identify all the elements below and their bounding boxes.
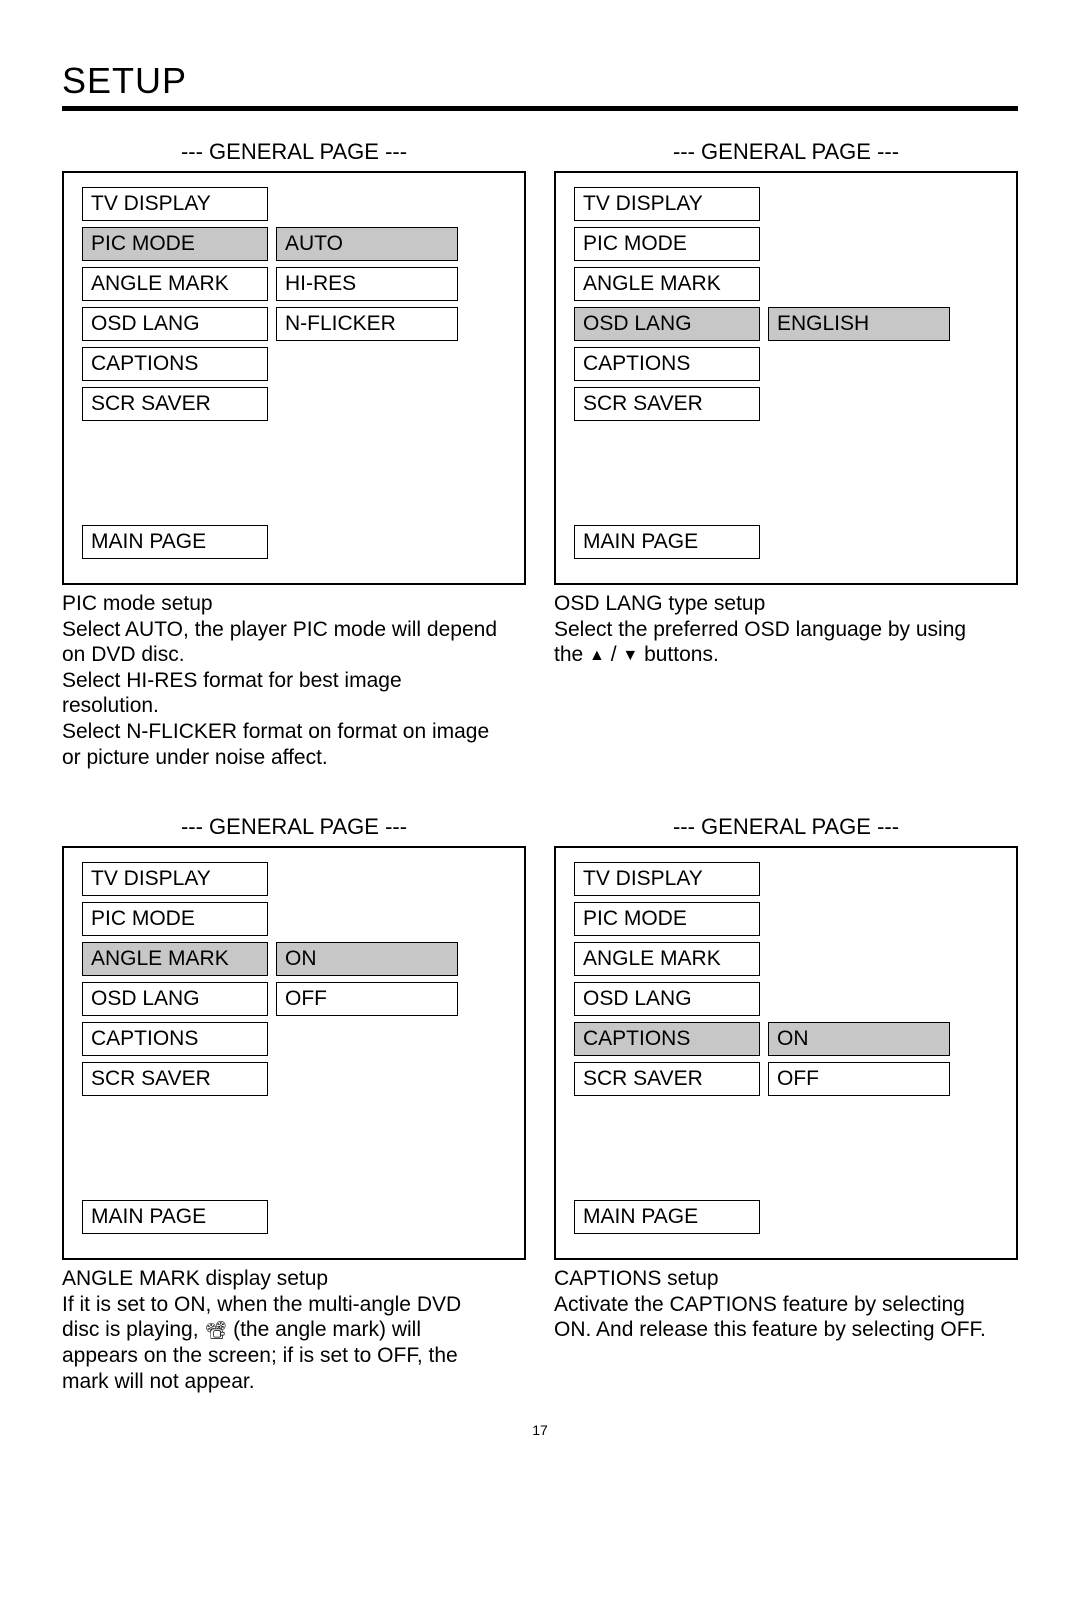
menu-item[interactable]: TV DISPLAY <box>574 187 760 221</box>
panel-title: --- GENERAL PAGE --- <box>554 139 1018 165</box>
panel-title: --- GENERAL PAGE --- <box>62 814 526 840</box>
main-page-button[interactable]: MAIN PAGE <box>82 1200 268 1234</box>
caption-heading: ANGLE MARK display setup <box>62 1267 328 1290</box>
panel-captions: --- GENERAL PAGE --- TV DISPLAY PIC MODE… <box>554 814 1018 1394</box>
menu-item[interactable]: SCR SAVER <box>82 1062 268 1096</box>
menu-option[interactable]: OFF <box>768 1062 950 1096</box>
panel-title: --- GENERAL PAGE --- <box>554 814 1018 840</box>
main-page-button[interactable]: MAIN PAGE <box>574 525 760 559</box>
menu-item[interactable]: TV DISPLAY <box>574 862 760 896</box>
down-triangle-icon: ▼ <box>622 646 638 666</box>
menu-item[interactable]: TV DISPLAY <box>82 862 268 896</box>
menu-item[interactable]: OSD LANG <box>82 982 268 1016</box>
panels-grid: --- GENERAL PAGE --- TV DISPLAY PIC MODE… <box>62 139 1018 1394</box>
menu-item[interactable]: ANGLE MARK <box>574 267 760 301</box>
menu-item[interactable]: OSD LANG <box>574 982 760 1016</box>
menu-option[interactable]: ON <box>276 942 458 976</box>
menu-box: TV DISPLAY PIC MODE ANGLE MARK OSD LANG … <box>554 846 1018 1260</box>
menu-option[interactable]: HI-RES <box>276 267 458 301</box>
panel-angle-mark: --- GENERAL PAGE --- TV DISPLAY PIC MODE… <box>62 814 526 1394</box>
panel-caption: OSD LANG type setup Select the preferred… <box>554 591 994 668</box>
caption-heading: PIC mode setup <box>62 592 213 615</box>
panel-osd-lang: --- GENERAL PAGE --- TV DISPLAY PIC MODE… <box>554 139 1018 770</box>
menu-item[interactable]: PIC MODE <box>574 227 760 261</box>
menu-item[interactable]: CAPTIONS <box>574 1022 760 1056</box>
caption-body: Select AUTO, the player PIC mode will de… <box>62 618 497 769</box>
up-triangle-icon: ▲ <box>589 646 605 666</box>
menu-box: TV DISPLAY PIC MODE ANGLE MARK OSD LANG … <box>554 171 1018 585</box>
caption-body-post: buttons. <box>638 643 719 666</box>
angle-mark-icon: 📽 <box>204 1320 227 1342</box>
caption-heading: OSD LANG type setup <box>554 592 765 615</box>
menu-option[interactable]: AUTO <box>276 227 458 261</box>
caption-body: Activate the CAPTIONS feature by selecti… <box>554 1293 986 1342</box>
panel-caption: PIC mode setup Select AUTO, the player P… <box>62 591 502 770</box>
menu-item[interactable]: OSD LANG <box>574 307 760 341</box>
menu-box: TV DISPLAY PIC MODE AUTO ANGLE MARK HI-R… <box>62 171 526 585</box>
menu-item[interactable]: PIC MODE <box>82 227 268 261</box>
main-page-button[interactable]: MAIN PAGE <box>574 1200 760 1234</box>
menu-item[interactable]: CAPTIONS <box>82 347 268 381</box>
page-number: 17 <box>62 1422 1018 1438</box>
menu-option[interactable]: ON <box>768 1022 950 1056</box>
page-title: SETUP <box>62 60 1018 102</box>
menu-item[interactable]: CAPTIONS <box>574 347 760 381</box>
menu-item[interactable]: SCR SAVER <box>82 387 268 421</box>
panel-caption: ANGLE MARK display setup If it is set to… <box>62 1266 502 1394</box>
main-page-button[interactable]: MAIN PAGE <box>82 525 268 559</box>
menu-item[interactable]: TV DISPLAY <box>82 187 268 221</box>
menu-item[interactable]: SCR SAVER <box>574 1062 760 1096</box>
menu-item[interactable]: ANGLE MARK <box>82 942 268 976</box>
panel-title: --- GENERAL PAGE --- <box>62 139 526 165</box>
panel-pic-mode: --- GENERAL PAGE --- TV DISPLAY PIC MODE… <box>62 139 526 770</box>
caption-body-pre: Select the preferred OSD language by usi… <box>554 618 966 667</box>
menu-item[interactable]: ANGLE MARK <box>82 267 268 301</box>
menu-item[interactable]: OSD LANG <box>82 307 268 341</box>
menu-box: TV DISPLAY PIC MODE ANGLE MARK ON OSD LA… <box>62 846 526 1260</box>
menu-item[interactable]: PIC MODE <box>574 902 760 936</box>
menu-option[interactable]: N-FLICKER <box>276 307 458 341</box>
menu-option[interactable]: ENGLISH <box>768 307 950 341</box>
menu-item[interactable]: CAPTIONS <box>82 1022 268 1056</box>
caption-heading: CAPTIONS setup <box>554 1267 719 1290</box>
menu-option[interactable]: OFF <box>276 982 458 1016</box>
menu-item[interactable]: PIC MODE <box>82 902 268 936</box>
menu-item[interactable]: SCR SAVER <box>574 387 760 421</box>
panel-caption: CAPTIONS setup Activate the CAPTIONS fea… <box>554 1266 994 1343</box>
menu-item[interactable]: ANGLE MARK <box>574 942 760 976</box>
title-rule <box>62 106 1018 111</box>
